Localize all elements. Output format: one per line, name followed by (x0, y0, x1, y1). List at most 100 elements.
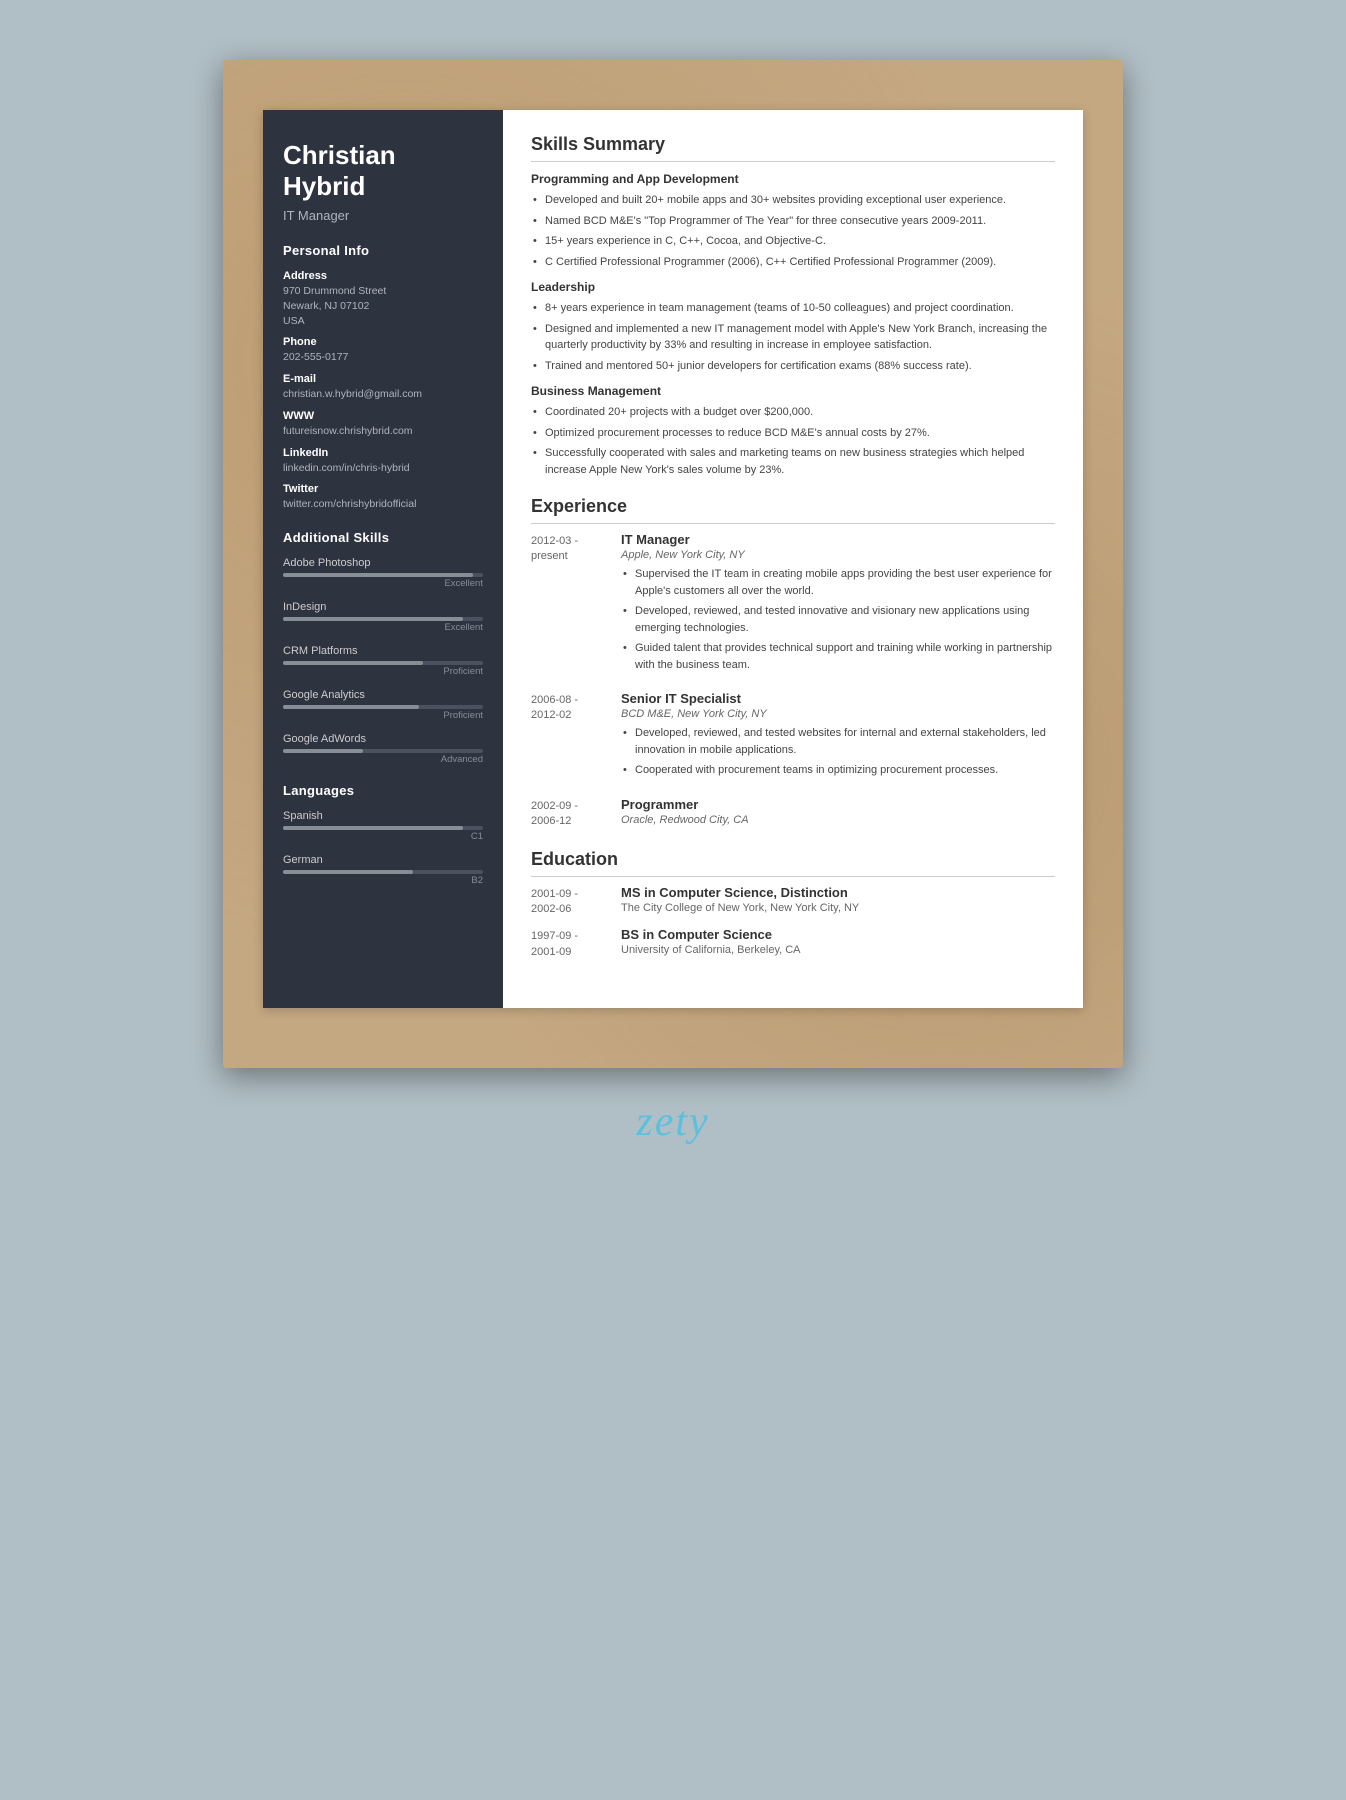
bullet-item: C Certified Professional Programmer (200… (531, 254, 1055, 271)
skill-bar-fill (283, 661, 423, 665)
skill-bar-bg (283, 617, 483, 621)
skills-list: Adobe Photoshop Excellent InDesign Excel… (283, 557, 483, 765)
languages-heading: Languages (283, 783, 483, 798)
phone-value: 202-555-0177 (283, 350, 483, 365)
email-label: E-mail (283, 373, 483, 385)
resume: Christian Hybrid IT Manager Personal Inf… (263, 110, 1083, 1008)
education-list: 2001-09 -2002-06 MS in Computer Science,… (531, 885, 1055, 961)
twitter-label: Twitter (283, 483, 483, 495)
edu-details: BS in Computer Science University of Cal… (621, 927, 1055, 960)
exp-details: Senior IT Specialist BCD M&E, New York C… (621, 691, 1055, 783)
linkedin-label: LinkedIn (283, 447, 483, 459)
exp-company: Apple, New York City, NY (621, 549, 1055, 561)
edu-date: 2001-09 -2002-06 (531, 885, 621, 918)
language-item: Spanish C1 (283, 810, 483, 842)
exp-job-title: Senior IT Specialist (621, 691, 1055, 706)
edu-details: MS in Computer Science, Distinction The … (621, 885, 1055, 918)
bullet-item: Designed and implemented a new IT manage… (531, 321, 1055, 354)
skill-bar-fill (283, 705, 419, 709)
education-entry: 2001-09 -2002-06 MS in Computer Science,… (531, 885, 1055, 918)
edu-degree: BS in Computer Science (621, 927, 1055, 942)
zety-brand: zety (636, 1098, 709, 1146)
exp-company: Oracle, Redwood City, CA (621, 814, 1055, 826)
experience-entry: 2002-09 -2006-12 Programmer Oracle, Redw… (531, 797, 1055, 831)
business-heading: Business Management (531, 384, 1055, 398)
language-bar-fill (283, 870, 413, 874)
education-section: Education 2001-09 -2002-06 MS in Compute… (531, 849, 1055, 961)
exp-job-title: Programmer (621, 797, 1055, 812)
bullet-item: 8+ years experience in team management (… (531, 300, 1055, 317)
experience-section: Experience 2012-03 -present IT Manager A… (531, 496, 1055, 831)
skill-level: Excellent (283, 578, 483, 589)
www-label: WWW (283, 410, 483, 422)
www-value: futureisnow.chrishybrid.com (283, 424, 483, 439)
language-bar-bg (283, 870, 483, 874)
skill-level: Excellent (283, 622, 483, 633)
skill-bar-fill (283, 573, 473, 577)
skill-level: Proficient (283, 710, 483, 721)
email-value: christian.w.hybrid@gmail.com (283, 387, 483, 402)
exp-bullet: Supervised the IT team in creating mobil… (621, 566, 1055, 599)
phone-label: Phone (283, 336, 483, 348)
exp-date: 2012-03 -present (531, 532, 621, 677)
skill-item: Google Analytics Proficient (283, 689, 483, 721)
skill-bar-bg (283, 573, 483, 577)
skill-name: Adobe Photoshop (283, 557, 483, 569)
skill-bar-bg (283, 749, 483, 753)
linkedin-value: linkedin.com/in/chris-hybrid (283, 461, 483, 476)
education-heading: Education (531, 849, 1055, 877)
edu-degree: MS in Computer Science, Distinction (621, 885, 1055, 900)
experience-list: 2012-03 -present IT Manager Apple, New Y… (531, 532, 1055, 831)
skills-summary-section: Skills Summary Programming and App Devel… (531, 134, 1055, 478)
exp-details: IT Manager Apple, New York City, NY Supe… (621, 532, 1055, 677)
edu-school: The City College of New York, New York C… (621, 902, 1055, 914)
exp-date: 2002-09 -2006-12 (531, 797, 621, 831)
bullet-item: 15+ years experience in C, C++, Cocoa, a… (531, 233, 1055, 250)
skill-name: InDesign (283, 601, 483, 613)
skill-name: Google Analytics (283, 689, 483, 701)
skill-bar-bg (283, 661, 483, 665)
skills-summary-heading: Skills Summary (531, 134, 1055, 162)
address-value: 970 Drummond StreetNewark, NJ 07102USA (283, 284, 483, 328)
skill-name: Google AdWords (283, 733, 483, 745)
exp-job-title: IT Manager (621, 532, 1055, 547)
exp-bullet: Cooperated with procurement teams in opt… (621, 762, 1055, 779)
languages-list: Spanish C1 German B2 (283, 810, 483, 886)
sidebar: Christian Hybrid IT Manager Personal Inf… (263, 110, 503, 1008)
exp-bullet: Developed, reviewed, and tested innovati… (621, 603, 1055, 636)
programming-heading: Programming and App Development (531, 172, 1055, 186)
edu-date: 1997-09 -2001-09 (531, 927, 621, 960)
skill-bar-bg (283, 705, 483, 709)
skill-level: Advanced (283, 754, 483, 765)
skill-item: Adobe Photoshop Excellent (283, 557, 483, 589)
cork-board: Christian Hybrid IT Manager Personal Inf… (223, 60, 1123, 1068)
exp-bullet: Developed, reviewed, and tested websites… (621, 725, 1055, 758)
main-content: Skills Summary Programming and App Devel… (503, 110, 1083, 1008)
personal-info-heading: Personal Info (283, 243, 483, 258)
language-bar-bg (283, 826, 483, 830)
bullet-item: Developed and built 20+ mobile apps and … (531, 192, 1055, 209)
bullet-item: Trained and mentored 50+ junior develope… (531, 358, 1055, 375)
skill-name: CRM Platforms (283, 645, 483, 657)
language-level: C1 (283, 831, 483, 842)
exp-company: BCD M&E, New York City, NY (621, 708, 1055, 720)
skill-bar-fill (283, 749, 363, 753)
edu-school: University of California, Berkeley, CA (621, 944, 1055, 956)
bullet-item: Successfully cooperated with sales and m… (531, 445, 1055, 478)
skill-item: InDesign Excellent (283, 601, 483, 633)
language-level: B2 (283, 875, 483, 886)
skill-item: Google AdWords Advanced (283, 733, 483, 765)
candidate-title: IT Manager (283, 208, 483, 223)
additional-skills-heading: Additional Skills (283, 530, 483, 545)
bullet-item: Coordinated 20+ projects with a budget o… (531, 404, 1055, 421)
skill-item: CRM Platforms Proficient (283, 645, 483, 677)
language-bar-fill (283, 826, 463, 830)
exp-details: Programmer Oracle, Redwood City, CA (621, 797, 1055, 831)
skill-bar-fill (283, 617, 463, 621)
language-name: Spanish (283, 810, 483, 822)
language-name: German (283, 854, 483, 866)
leadership-bullets: 8+ years experience in team management (… (531, 300, 1055, 374)
bullet-item: Named BCD M&E's "Top Programmer of The Y… (531, 213, 1055, 230)
experience-heading: Experience (531, 496, 1055, 524)
business-bullets: Coordinated 20+ projects with a budget o… (531, 404, 1055, 478)
